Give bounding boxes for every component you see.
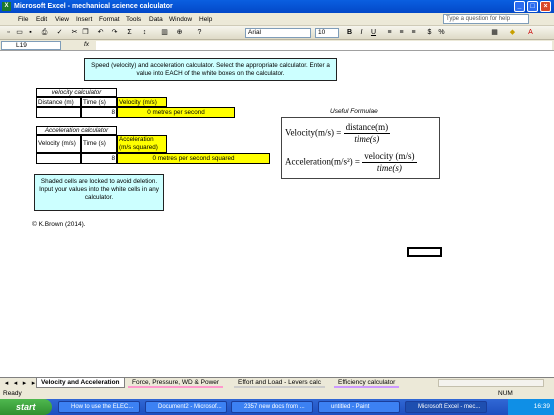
status-bar: Ready NUM [0, 388, 554, 399]
task-item-3[interactable]: untitled - Paint [318, 401, 400, 413]
distance-header: Distance (m) [36, 97, 81, 107]
formula-input[interactable] [96, 41, 552, 50]
align-right-icon[interactable]: ≡ [409, 28, 418, 37]
menu-data[interactable]: Data [149, 13, 163, 26]
autosum-icon[interactable]: Σ [125, 28, 134, 37]
menu-view[interactable]: View [55, 13, 69, 26]
fx-icon[interactable]: fx [84, 41, 89, 48]
task-item-2[interactable]: 2357 new docs from ... [231, 401, 313, 413]
velocity-header: Velocity (m/s) [117, 97, 167, 107]
velocity-formula-label: Velocity(m/s) = [285, 127, 342, 138]
info-box: Speed (velocity) and acceleration calcul… [84, 58, 337, 81]
italic-icon[interactable]: I [357, 28, 366, 37]
borders-icon[interactable]: ▦ [490, 28, 499, 37]
help-search-input[interactable]: Type a question for help [443, 14, 529, 24]
acceleration-calc-title: Acceleration calculator [36, 126, 117, 135]
clock: 16:39 [533, 403, 550, 410]
tab-next-icon[interactable]: ▸ [20, 379, 29, 388]
bold-icon[interactable]: B [345, 28, 354, 37]
save-icon[interactable]: ▪ [26, 28, 35, 37]
title-bar: X Microsoft Excel - mechanical science c… [0, 0, 554, 13]
locked-cells-note: Shaded cells are locked to avoid deletio… [34, 174, 164, 211]
formulae-title: Useful Formulae [330, 108, 378, 115]
time-input[interactable]: 8 [81, 107, 117, 118]
task-item-4[interactable]: Microsoft Excel - mec... [405, 401, 487, 413]
standard-toolbar: ▫ ▭ ▪ ⎙ ✓ ✂ ❐ ↶ ↷ Σ ↕ ▥ ⊕ ? Arial 10 B I… [0, 26, 554, 40]
tab-effort-load[interactable]: Effort and Load - Levers calc [234, 378, 325, 388]
menu-file[interactable]: File [18, 13, 28, 26]
redo-icon[interactable]: ↷ [110, 28, 119, 37]
acc-time-input[interactable]: 8 [81, 153, 117, 164]
formulae-box: Velocity(m/s) = distance(m) time(s) Accel… [281, 117, 440, 179]
menu-format[interactable]: Format [99, 13, 120, 26]
velocity-result: 0 metres per second [117, 107, 235, 118]
cut-icon[interactable]: ✂ [70, 28, 79, 37]
font-size-select[interactable]: 10 [315, 28, 339, 38]
task-item-1[interactable]: Document2 - Microsof... [145, 401, 227, 413]
acceleration-formula: Acceleration(m/s²) = velocity (m/s) time(… [285, 151, 417, 174]
menu-tools[interactable]: Tools [126, 13, 141, 26]
undo-icon[interactable]: ↶ [96, 28, 105, 37]
time-header: Time (s) [81, 97, 117, 107]
acceleration-formula-num: velocity (m/s) [362, 151, 417, 163]
open-icon[interactable]: ▭ [15, 28, 24, 37]
sheet-tab-bar: ◂ ◂ ▸ ▸ Velocity and Acceleration Force,… [0, 377, 554, 388]
help-icon[interactable]: ? [195, 28, 204, 37]
name-box[interactable]: L19 [1, 41, 61, 50]
excel-logo-icon: X [2, 2, 11, 11]
task-item-0[interactable]: How to use the ELEC... [58, 401, 140, 413]
align-center-icon[interactable]: ≡ [397, 28, 406, 37]
sort-icon[interactable]: ↕ [140, 28, 149, 37]
acceleration-formula-den: time(s) [376, 163, 402, 173]
menu-bar: File Edit View Insert Format Tools Data … [0, 13, 554, 26]
horizontal-scrollbar[interactable] [438, 379, 544, 387]
minimize-button[interactable]: _ [514, 1, 525, 12]
velocity-formula-num: distance(m) [343, 122, 391, 134]
menu-insert[interactable]: Insert [76, 13, 92, 26]
font-color-icon[interactable]: A [526, 28, 535, 37]
taskbar: start How to use the ELEC... Document2 -… [0, 399, 554, 415]
acceleration-result: 0 metres per second squared [117, 153, 270, 164]
velocity-formula: Velocity(m/s) = distance(m) time(s) [285, 122, 391, 145]
new-icon[interactable]: ▫ [4, 28, 13, 37]
close-button[interactable]: × [540, 1, 551, 12]
font-name-select[interactable]: Arial [245, 28, 311, 38]
velocity-formula-den: time(s) [354, 134, 380, 144]
align-left-icon[interactable]: ≡ [385, 28, 394, 37]
menu-edit[interactable]: Edit [36, 13, 47, 26]
underline-icon[interactable]: U [369, 28, 378, 37]
start-button[interactable]: start [0, 399, 52, 415]
percent-icon[interactable]: % [437, 28, 446, 37]
spelling-icon[interactable]: ✓ [55, 28, 64, 37]
tab-force-pressure[interactable]: Force, Pressure, WD & Power [128, 378, 224, 388]
tab-efficiency[interactable]: Efficiency calculator [334, 378, 400, 388]
copyright: © K.Brown (2014). [32, 221, 86, 228]
num-lock-indicator: NUM [498, 390, 513, 397]
acceleration-header: Acceleration (m/s squared) [117, 135, 167, 153]
print-icon[interactable]: ⎙ [40, 28, 49, 37]
menu-help[interactable]: Help [199, 13, 212, 26]
distance-input[interactable] [36, 107, 81, 118]
active-cell-l19[interactable] [407, 247, 442, 257]
zoom-icon[interactable]: ⊕ [175, 28, 184, 37]
acc-velocity-input[interactable] [36, 153, 81, 164]
status-text: Ready [3, 390, 22, 397]
acc-velocity-header: Velocity (m/s) [36, 135, 81, 153]
velocity-calc-title: velocity calculator [36, 88, 117, 97]
fill-color-icon[interactable]: ◆ [508, 28, 517, 37]
currency-icon[interactable]: $ [425, 28, 434, 37]
acceleration-formula-label: Acceleration(m/s²) = [285, 156, 360, 167]
tab-prev-icon[interactable]: ◂ [11, 379, 20, 388]
copy-icon[interactable]: ❐ [81, 28, 90, 37]
tab-first-icon[interactable]: ◂ [2, 379, 11, 388]
system-tray: 16:39 [508, 399, 554, 415]
tab-velocity-acceleration[interactable]: Velocity and Acceleration [36, 378, 125, 388]
chart-icon[interactable]: ▥ [160, 28, 169, 37]
worksheet[interactable]: Speed (velocity) and acceleration calcul… [0, 51, 554, 377]
window-title: Microsoft Excel - mechanical science cal… [14, 3, 173, 10]
formula-bar: L19 fx [0, 40, 554, 51]
menu-window[interactable]: Window [169, 13, 192, 26]
acc-time-header: Time (s) [81, 135, 117, 153]
restore-button[interactable]: □ [527, 1, 538, 12]
